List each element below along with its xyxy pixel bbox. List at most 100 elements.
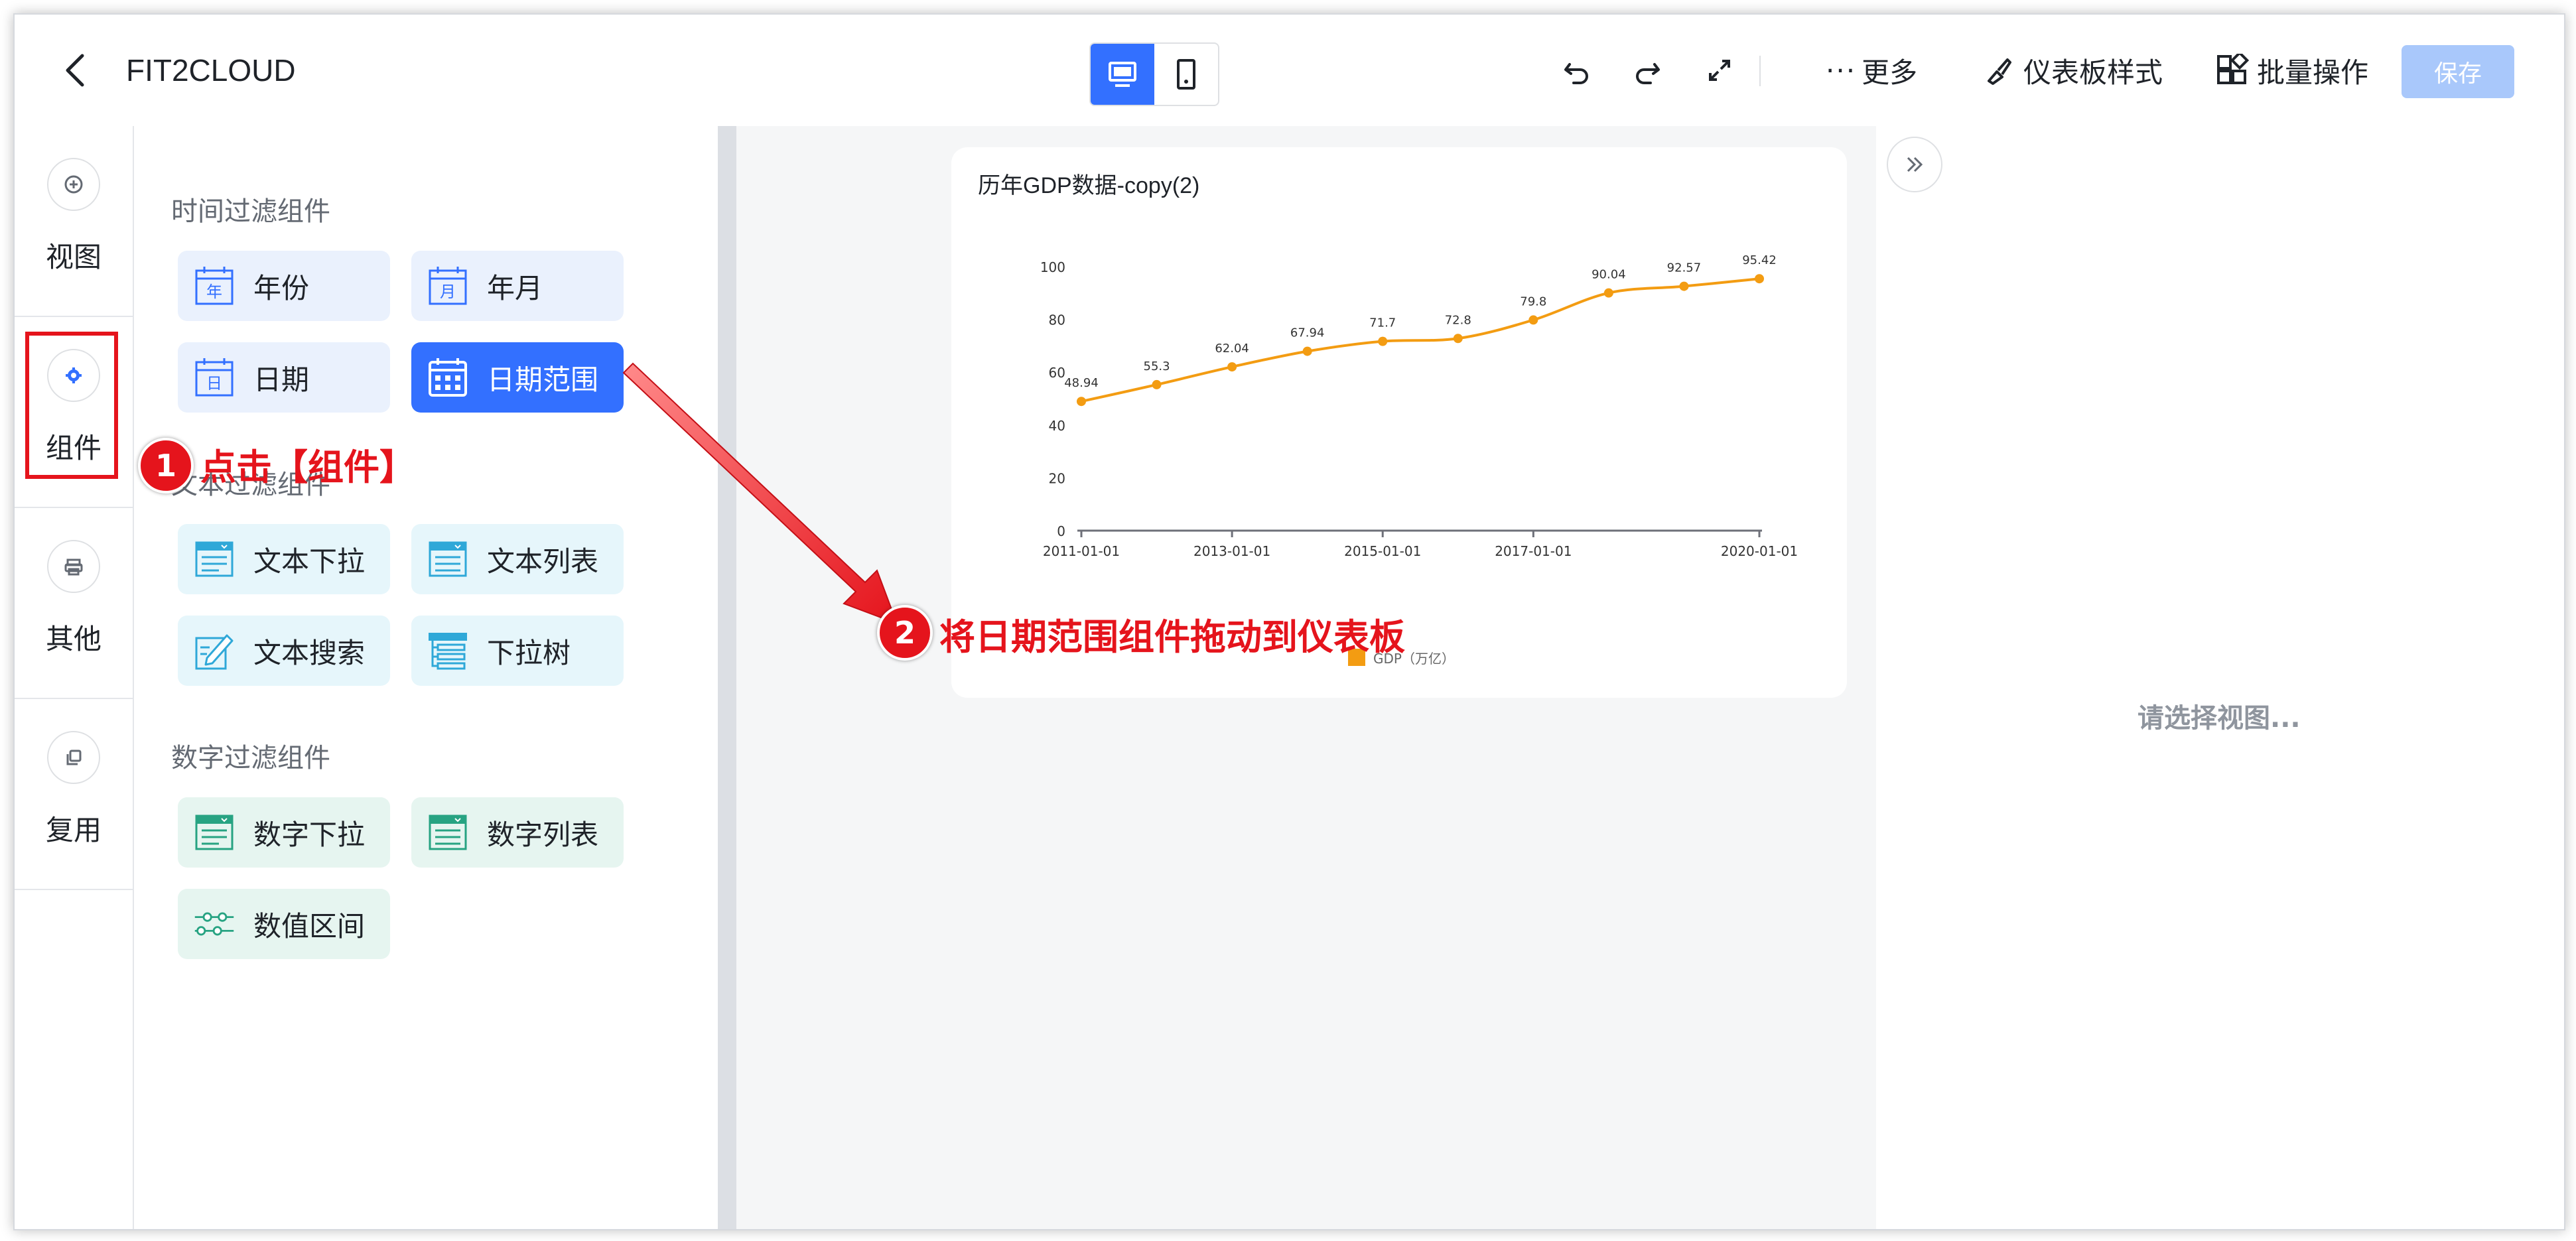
data-point — [1603, 288, 1613, 298]
number-list-icon — [426, 811, 470, 854]
monitor-icon — [1109, 62, 1136, 87]
data-label: 71.7 — [1369, 316, 1396, 330]
mobile-view-button[interactable] — [1154, 44, 1218, 105]
left-rail: 视图 组件 其他 复用 — [15, 126, 134, 1229]
x-tick-label: 2020-01-01 — [1721, 543, 1798, 559]
data-point — [1077, 397, 1086, 407]
ellipsis-icon: ··· — [1826, 54, 1857, 87]
x-tick-label: 2011-01-01 — [1043, 543, 1120, 559]
x-tick-label: 2017-01-01 — [1495, 543, 1572, 559]
rail-item-label: 视图 — [45, 241, 102, 273]
data-label: 92.57 — [1667, 261, 1702, 275]
component-label: 数字下拉 — [253, 818, 366, 851]
step-2-badge: 2 — [877, 605, 933, 661]
component-label: 日期范围 — [487, 363, 599, 396]
text-dropdown-icon — [192, 537, 236, 581]
back-arrow-icon[interactable] — [57, 49, 94, 92]
component-number-range[interactable]: 数值区间 — [178, 889, 390, 959]
batch-operation-button[interactable]: 批量操作 — [2216, 49, 2368, 92]
component-label: 年份 — [253, 271, 310, 304]
calendar-day-icon: 日 — [192, 356, 236, 399]
app-window: FIT2CLOUD ··· 更多 仪表板样式 批量操作 保存 视图 组件 其他 … — [13, 13, 2565, 1230]
dashboard-style-label: 仪表板样式 — [2023, 56, 2163, 89]
undo-icon — [1564, 63, 1588, 84]
y-tick-label: 0 — [1057, 523, 1065, 539]
component-year[interactable]: 年 年份 — [178, 251, 390, 321]
y-tick-label: 80 — [1049, 312, 1065, 328]
step-1-instruction: 点击【组件】 — [200, 446, 415, 488]
y-tick-label: 100 — [1040, 259, 1065, 275]
rail-item-reuse[interactable]: 复用 — [15, 699, 133, 890]
rail-item-label: 复用 — [45, 814, 102, 846]
component-number-list[interactable]: 数字列表 — [411, 797, 624, 868]
desktop-view-button[interactable] — [1091, 44, 1154, 105]
panel-scrollbar[interactable] — [718, 126, 736, 1229]
data-point — [1755, 274, 1764, 284]
data-label: 95.42 — [1742, 253, 1777, 267]
y-tick-label: 20 — [1049, 470, 1065, 486]
redo-icon — [1636, 63, 1660, 84]
step-1-badge: 1 — [138, 438, 194, 493]
dashboard-style-button[interactable]: 仪表板样式 — [1982, 49, 2163, 92]
component-label: 下拉树 — [487, 636, 571, 669]
component-text-list[interactable]: 文本列表 — [411, 524, 624, 594]
copy-icon — [47, 731, 100, 784]
component-year-month[interactable]: 月 年月 — [411, 251, 624, 321]
more-button[interactable]: ··· 更多 — [1826, 49, 1917, 92]
calendar-month-char: 月 — [440, 283, 456, 301]
x-tick-label: 2015-01-01 — [1344, 543, 1421, 559]
undo-button[interactable] — [1560, 49, 1597, 92]
rail-item-other[interactable]: 其他 — [15, 508, 133, 699]
data-point — [1227, 362, 1237, 372]
plus-circle-icon — [47, 158, 100, 211]
data-label: 90.04 — [1592, 268, 1626, 282]
component-label: 数值区间 — [253, 909, 366, 943]
mobile-icon — [1177, 59, 1195, 90]
data-label: 48.94 — [1064, 376, 1099, 390]
calendar-year-icon: 年 — [192, 264, 236, 308]
component-text-search[interactable]: 文本搜索 — [178, 616, 390, 686]
rail-item-view[interactable]: 视图 — [15, 126, 133, 317]
data-point — [1679, 281, 1689, 291]
collapse-panel-button[interactable] — [1887, 137, 1942, 192]
printer-icon — [47, 540, 100, 593]
rail-item-label: 其他 — [45, 623, 102, 655]
toolbar-divider — [1759, 56, 1761, 86]
component-date-range[interactable]: 日期范围 — [411, 342, 624, 413]
x-tick-label: 2013-01-01 — [1193, 543, 1270, 559]
fullscreen-button[interactable] — [1704, 49, 1741, 92]
double-chevron-right-icon — [1907, 157, 1923, 172]
calendar-year-char: 年 — [206, 283, 222, 301]
calendar-month-icon: 月 — [426, 264, 470, 308]
component-number-dropdown[interactable]: 数字下拉 — [178, 797, 390, 868]
more-label: 更多 — [1862, 56, 1918, 89]
component-label: 数字列表 — [487, 818, 599, 851]
range-slider-icon — [192, 902, 236, 946]
expand-icon — [1709, 60, 1730, 81]
number-dropdown-icon — [192, 811, 236, 854]
component-text-dropdown[interactable]: 文本下拉 — [178, 524, 390, 594]
app-title: FIT2CLOUD — [126, 53, 296, 88]
component-label: 文本下拉 — [253, 545, 366, 578]
brush-icon — [1988, 58, 2011, 85]
calendar-range-icon — [426, 356, 470, 399]
text-list-icon — [426, 537, 470, 581]
data-label: 79.8 — [1520, 294, 1546, 308]
number-filter-group-title: 数字过滤组件 — [171, 743, 330, 773]
text-search-icon — [192, 629, 236, 673]
data-point — [1378, 336, 1388, 346]
data-label: 67.94 — [1290, 326, 1325, 340]
save-button[interactable]: 保存 — [2402, 45, 2514, 98]
step-2-instruction: 将日期范围组件拖动到仪表板 — [939, 616, 1405, 658]
component-dropdown-tree[interactable]: 下拉树 — [411, 616, 624, 686]
annotation-highlight-box — [25, 332, 118, 479]
calendar-day-char: 日 — [206, 374, 222, 393]
redo-button[interactable] — [1631, 49, 1668, 92]
time-filter-group-title: 时间过滤组件 — [171, 196, 330, 227]
gdp-series-line — [1081, 277, 1760, 403]
right-panel: 请选择视图... — [1876, 126, 2564, 1229]
component-label: 文本列表 — [487, 545, 599, 578]
component-date[interactable]: 日 日期 — [178, 342, 390, 413]
grid-icon — [2217, 54, 2249, 84]
view-mode-switch — [1089, 42, 1219, 106]
